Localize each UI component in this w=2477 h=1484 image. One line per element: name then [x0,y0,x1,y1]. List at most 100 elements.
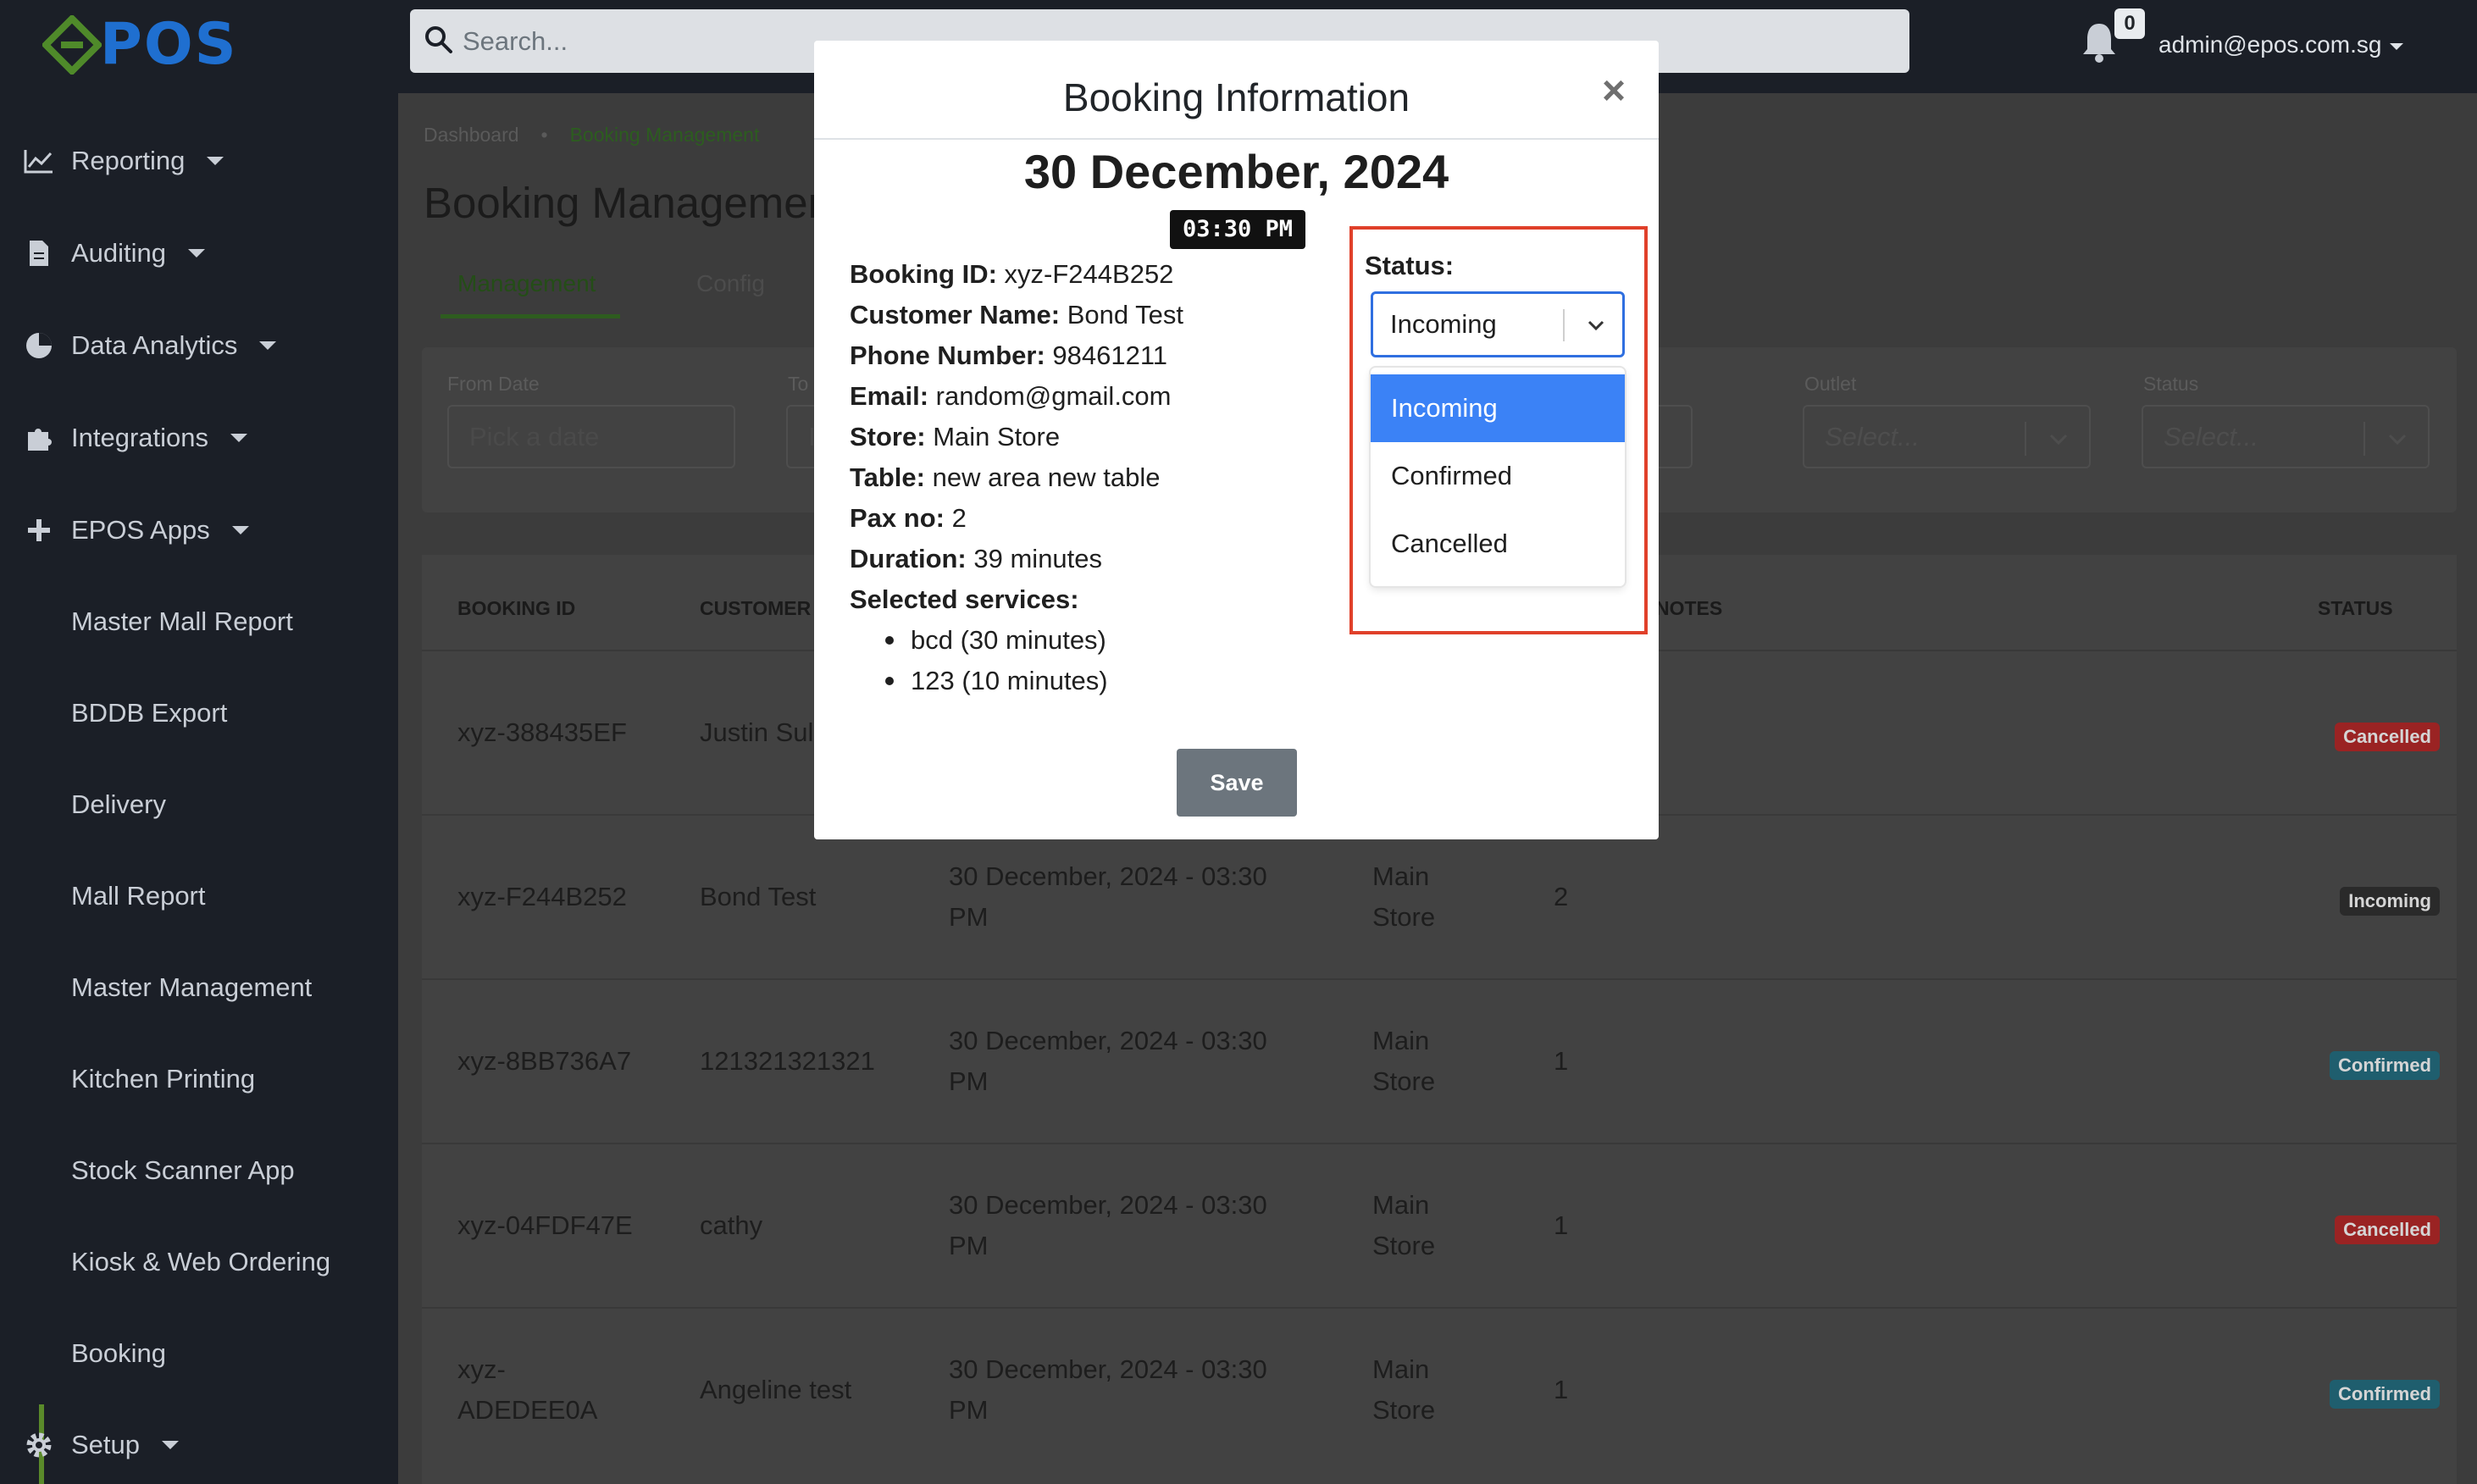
status-select-value: Incoming [1390,309,1497,339]
service-list-item: 123 (10 minutes) [885,661,1183,701]
from-date-placeholder: Pick a date [469,422,600,451]
booking-id-cell-line1: xyz- [457,1354,506,1384]
status-filter-placeholder: Select... [2164,422,2258,451]
store-cell-line1: Main [1372,1190,1430,1220]
document-icon [22,236,56,270]
status-option-cancelled[interactable]: Cancelled [1371,510,1625,578]
status-filter-label: Status [2143,373,2199,395]
date-cell-line2: PM [949,1395,989,1425]
to-date-label: To [788,373,809,395]
service-list-item: bcd (30 minutes) [885,620,1183,661]
caret-down-icon [230,434,247,442]
booking-details: Booking ID: xyz-F244B252 Customer Name: … [850,254,1183,701]
sidebar-item-label: EPOS Apps [71,515,210,545]
close-icon[interactable]: × [1602,71,1626,112]
date-cell-line2: PM [949,1066,989,1096]
sidebar-subitem-booking[interactable]: Booking [71,1320,166,1387]
detail-pax: Pax no: 2 [850,503,967,533]
detail-phone-number: Phone Number: 98461211 [850,341,1168,370]
tab-config[interactable]: Config [696,263,765,313]
date-cell-line1: 30 December, 2024 - 03:30 [949,1190,1267,1220]
user-email: admin@epos.com.sg [2158,31,2382,58]
detail-booking-id: Booking ID: xyz-F244B252 [850,259,1174,289]
column-header-notes: NOTES [1655,597,1723,619]
sidebar-subitem-delivery[interactable]: Delivery [71,771,166,839]
bell-icon[interactable] [2081,20,2118,63]
user-menu[interactable]: admin@epos.com.sg [2158,0,2404,90]
detail-email: Email: random@gmail.com [850,381,1172,411]
table-row[interactable]: xyz-8BB736A7 121321321321 30 December, 2… [422,978,2457,1143]
select-divider [1563,309,1565,341]
sidebar-subitem-mall-report[interactable]: Mall Report [71,862,206,930]
status-dropdown-menu: Incoming Confirmed Cancelled [1371,368,1625,586]
epos-logo[interactable]: POS [42,15,237,75]
status-option-confirmed[interactable]: Confirmed [1371,442,1625,510]
outlet-label: Outlet [1804,373,1857,395]
status-badge: Cancelled [2335,723,2440,751]
outlet-select[interactable]: Select... [1803,405,2091,468]
detail-duration: Duration: 39 minutes [850,544,1103,573]
caret-down-icon [207,157,224,165]
sidebar-subitem-kitchen-printing[interactable]: Kitchen Printing [71,1045,255,1113]
status-select[interactable]: Incoming [1371,291,1625,357]
chevron-down-icon[interactable] [1583,313,1609,338]
logo-text: POS [100,11,238,78]
column-header-booking-id: BOOKING ID [457,597,576,619]
sidebar-subitem-bddb-export[interactable]: BDDB Export [71,679,227,747]
sidebar-item-label: Data Analytics [71,330,238,360]
puzzle-icon [22,421,56,455]
breadcrumb-current: Booking Management [569,124,760,146]
caret-down-icon [231,526,249,534]
outlet-placeholder: Select... [1825,422,1920,451]
store-cell-line2: Store [1372,902,1436,932]
sidebar-subitem-kiosk-web-ordering[interactable]: Kiosk & Web Ordering [71,1228,330,1296]
modal-divider [814,138,1659,140]
notification-count-badge: 0 [2114,8,2145,39]
status-option-incoming[interactable]: Incoming [1371,374,1625,442]
tab-management[interactable]: Management [457,263,596,313]
sidebar-item-epos-apps[interactable]: EPOS Apps [0,496,398,564]
breadcrumb-home[interactable]: Dashboard [424,124,519,146]
detail-table: Table: new area new table [850,462,1161,492]
save-button[interactable]: Save [1177,749,1297,817]
breadcrumb: Dashboard • Booking Management [424,124,759,147]
active-tab-underline [441,314,620,318]
detail-customer-name: Customer Name: Bond Test [850,300,1183,329]
date-cell-line2: PM [949,902,989,932]
select-divider [2363,422,2365,456]
logo-e-icon [42,15,102,75]
date-cell-line2: PM [949,1231,989,1260]
detail-services-label: Selected services: [850,584,1079,614]
sidebar-item-label: Auditing [71,238,167,268]
date-cell-line1: 30 December, 2024 - 03:30 [949,861,1267,891]
column-header-status: STATUS [2318,597,2393,619]
sidebar-subitem-master-mall-report[interactable]: Master Mall Report [71,588,293,656]
modal-title: Booking Information [1062,75,1410,119]
sidebar-subitem-master-management[interactable]: Master Management [71,954,312,1022]
booking-date: 30 December, 2024 [1023,145,1449,198]
sidebar-item-data-analytics[interactable]: Data Analytics [0,312,398,379]
booking-time: 03:30 PM [1170,210,1305,249]
sidebar-item-integrations[interactable]: Integrations [0,404,398,472]
breadcrumb-separator: • [540,124,548,146]
customer-cell: Angeline test [700,1375,852,1404]
date-cell-line1: 30 December, 2024 - 03:30 [949,1354,1267,1384]
status-filter-select[interactable]: Select... [2142,405,2430,468]
store-cell-line1: Main [1372,861,1430,891]
sidebar: Reporting Auditing Data Analytics Integr… [0,93,398,1484]
sidebar-subitem-stock-scanner-app[interactable]: Stock Scanner App [71,1137,295,1204]
booking-id-cell: xyz-04FDF47E [457,1210,633,1240]
sidebar-item-auditing[interactable]: Auditing [0,219,398,287]
search-placeholder: Search... [463,26,568,56]
sidebar-item-setup[interactable]: Setup [0,1411,398,1479]
status-label: Status: [1365,251,1455,280]
customer-cell: Justin Sul [700,717,814,747]
select-divider [2025,422,2026,456]
table-row[interactable]: xyz-04FDF47E cathy 30 December, 2024 - 0… [422,1143,2457,1307]
from-date-input[interactable]: Pick a date [447,405,735,468]
store-cell-line2: Store [1372,1231,1436,1260]
caret-down-icon [259,341,277,350]
sidebar-item-reporting[interactable]: Reporting [0,127,398,195]
table-row[interactable]: xyz- ADEDEE0A Angeline test 30 December,… [422,1307,2457,1471]
booking-id-cell: xyz-8BB736A7 [457,1046,632,1076]
